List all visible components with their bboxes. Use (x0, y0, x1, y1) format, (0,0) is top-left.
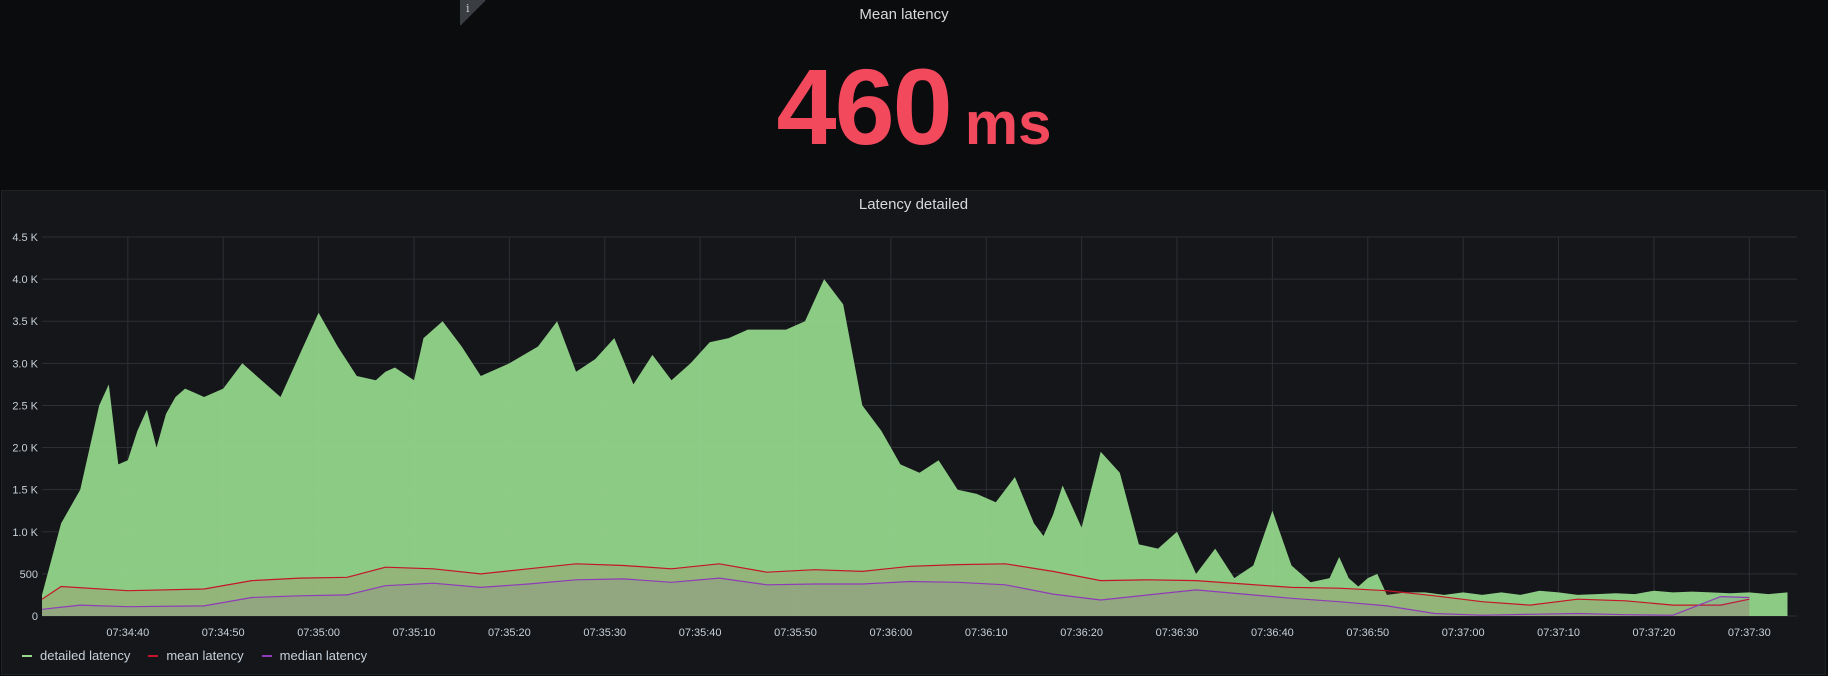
y-tick-label: 2.0 K (12, 443, 38, 455)
y-tick-label: 3.5 K (12, 316, 38, 328)
legend-label: median latency (279, 648, 368, 663)
stat-panel-title[interactable]: Mean latency (0, 6, 1808, 23)
x-tick-label: 07:34:40 (106, 627, 149, 639)
x-tick-label: 07:36:20 (1060, 627, 1103, 639)
legend-item[interactable]: median latency (261, 648, 368, 663)
legend-swatch (22, 654, 32, 657)
latency-graph-panel: 0 500 1.0 K 1.5 K 2.0 K 2.5 K 3.0 K 3.5 K 4.0 K 4… (1, 190, 1826, 675)
x-tick-label: 07:35:20 (488, 627, 531, 639)
x-tick-label: 07:35:50 (774, 627, 817, 639)
x-tick-label: 07:37:20 (1633, 627, 1676, 639)
stat-value-number: 460 (776, 46, 953, 167)
x-tick-label: 07:36:40 (1251, 627, 1294, 639)
y-tick-label: 4.0 K (12, 274, 38, 286)
y-tick-label: 2.5 K (12, 400, 38, 412)
graph-panel-title[interactable]: Latency detailed (2, 196, 1825, 213)
legend-swatch (148, 654, 159, 657)
x-tick-label: 07:35:00 (297, 627, 340, 639)
x-tick-label: 07:36:30 (1156, 627, 1199, 639)
y-tick-label: 1.5 K (12, 485, 38, 497)
legend-item[interactable]: mean latency (148, 648, 244, 663)
x-tick-label: 07:35:10 (393, 627, 436, 639)
chart-legend: detailed latency mean latency median laten… (22, 648, 367, 663)
x-tick-label: 07:37:30 (1728, 627, 1771, 639)
stat-value: 460 ms (0, 44, 1828, 169)
legend-item[interactable]: detailed latency (22, 648, 130, 663)
x-tick-label: 07:35:40 (679, 627, 722, 639)
y-tick-label: 500 (20, 569, 38, 581)
x-tick-label: 07:35:30 (583, 627, 626, 639)
x-tick-label: 07:36:00 (869, 627, 912, 639)
stat-panel: i Mean latency 460 ms (0, 0, 1828, 188)
y-tick-label: 0 (32, 611, 38, 623)
x-tick-label: 07:36:50 (1346, 627, 1389, 639)
x-tick-label: 07:37:10 (1537, 627, 1580, 639)
legend-swatch (261, 654, 272, 657)
y-tick-label: 4.5 K (12, 232, 38, 244)
stat-value-unit: ms (964, 90, 1052, 157)
latency-chart: 0 500 1.0 K 1.5 K 2.0 K 2.5 K 3.0 K 3.5 K 4.0 K 4… (12, 232, 1797, 639)
x-tick-label: 07:36:10 (965, 627, 1008, 639)
legend-label: mean latency (166, 648, 244, 663)
y-tick-label: 3.0 K (12, 358, 38, 370)
x-tick-label: 07:34:50 (202, 627, 245, 639)
x-tick-label: 07:37:00 (1442, 627, 1485, 639)
legend-label: detailed latency (40, 648, 131, 663)
y-tick-label: 1.0 K (12, 527, 38, 539)
